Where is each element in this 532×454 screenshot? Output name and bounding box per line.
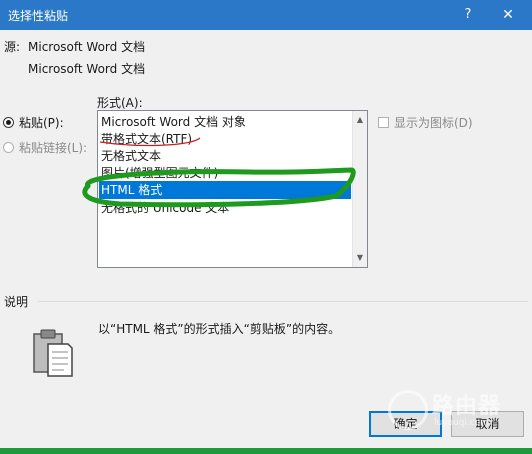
- description-label: 说明: [4, 295, 29, 309]
- ok-button[interactable]: 确定: [369, 411, 442, 437]
- bottom-accent-bar: [0, 448, 532, 454]
- format-item[interactable]: 无格式的 Unicode 文本: [101, 199, 229, 217]
- paste-link-radio: [3, 142, 14, 153]
- source-value: Microsoft Word 文档: [28, 40, 146, 54]
- description-text: 以“HTML 格式”的形式插入“剪贴板”的内容。: [98, 322, 341, 336]
- show-as-icon-option: 显示为图标(D): [378, 114, 473, 131]
- paste-radio[interactable]: [3, 117, 14, 128]
- window-title: 选择性粘贴: [8, 9, 69, 23]
- listbox-scrollbar[interactable]: ▲ ▼: [352, 111, 367, 267]
- paste-link-option: 粘贴链接(L):: [3, 139, 87, 156]
- help-button[interactable]: ?: [455, 4, 481, 26]
- title-bar: 选择性粘贴 ? ✕: [0, 0, 532, 30]
- scroll-up-icon[interactable]: ▲: [355, 115, 365, 125]
- format-label: 形式(A):: [97, 96, 143, 110]
- format-item[interactable]: Microsoft Word 文档 对象: [101, 113, 246, 131]
- show-as-icon-label: 显示为图标(D): [394, 116, 473, 130]
- source-label: 源:: [4, 40, 21, 54]
- paste-label: 粘贴(P):: [19, 116, 64, 130]
- format-item[interactable]: 图片(增强型图元文件): [101, 164, 218, 182]
- clipboard-icon: [33, 329, 73, 377]
- cancel-button[interactable]: 取消: [451, 411, 524, 437]
- paste-option[interactable]: 粘贴(P):: [3, 114, 64, 131]
- paste-link-label: 粘贴链接(L):: [19, 141, 88, 155]
- show-as-icon-checkbox: [378, 117, 389, 128]
- format-item[interactable]: 无格式文本: [101, 147, 161, 165]
- description-divider: [38, 301, 528, 302]
- format-item[interactable]: 带格式文本(RTF): [101, 130, 192, 148]
- close-button[interactable]: ✕: [493, 4, 523, 26]
- source-value-secondary: Microsoft Word 文档: [28, 62, 146, 76]
- format-listbox[interactable]: Microsoft Word 文档 对象 带格式文本(RTF) 无格式文本 图片…: [97, 110, 368, 268]
- format-item-selected[interactable]: HTML 格式: [99, 181, 351, 199]
- scroll-down-icon[interactable]: ▼: [355, 253, 365, 263]
